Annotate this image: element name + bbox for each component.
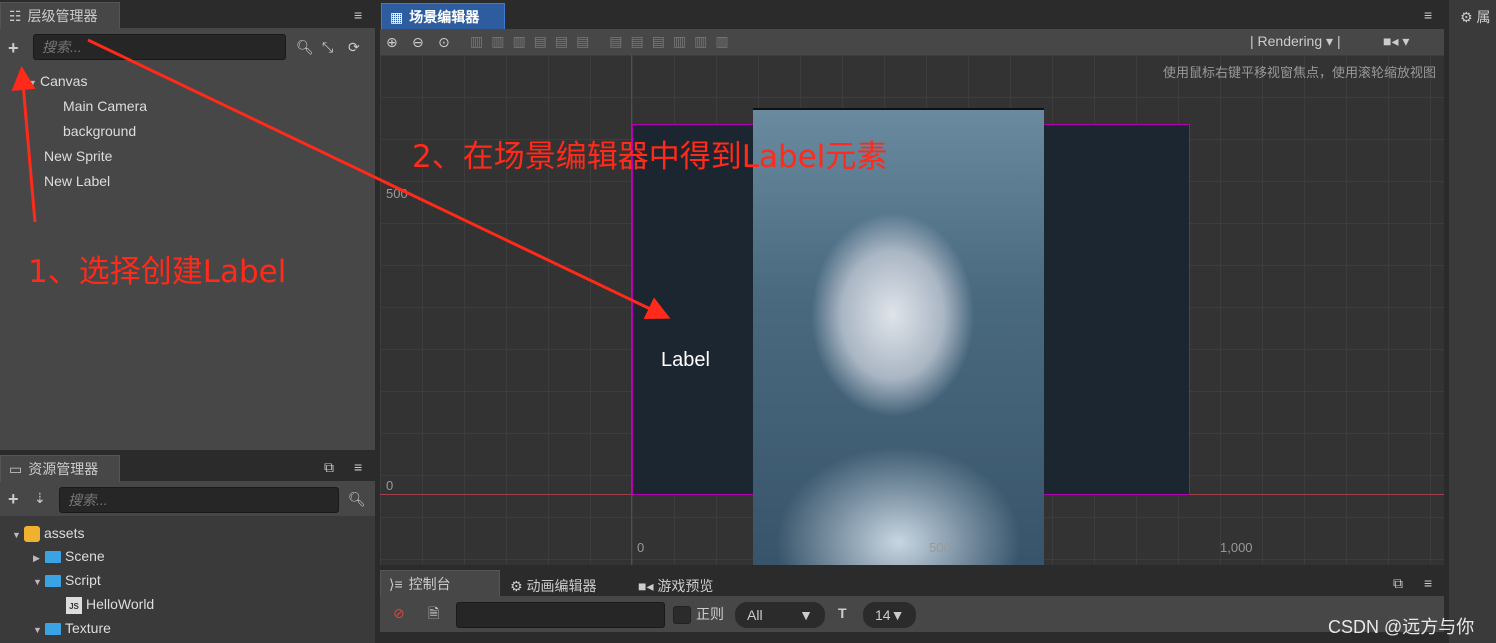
annotation-step1: 1、选择创建Label (28, 254, 287, 290)
annotation-arrows (11, 38, 671, 320)
arrow-to-add-button (11, 66, 37, 223)
annotation-step2: 2、在场景编辑器中得到Label元素 (412, 139, 888, 175)
